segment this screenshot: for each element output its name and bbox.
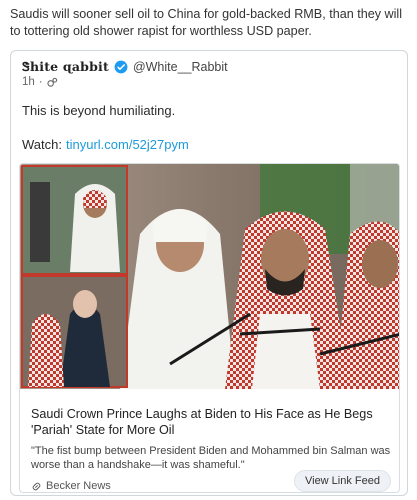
tweet-text: This is beyond humiliating. xyxy=(22,103,176,118)
verified-badge-icon xyxy=(114,60,128,74)
author-row: Ꮥhite ɋabbit @White__Rabbit xyxy=(22,58,228,76)
post-time[interactable]: 1h xyxy=(22,76,35,88)
embedded-post[interactable]: Ꮥhite ɋabbit @White__Rabbit 1h · This is… xyxy=(10,50,408,496)
post-meta: 1h · xyxy=(22,76,58,88)
post-text: Saudis will sooner sell oil to China for… xyxy=(10,7,402,38)
card-source-label: Becker News xyxy=(46,480,111,492)
watch-label: Watch: xyxy=(22,137,62,152)
watch-link[interactable]: tinyurl.com/52j27pym xyxy=(66,137,189,152)
meta-separator: · xyxy=(38,76,43,88)
view-link-feed-button[interactable]: View Link Feed xyxy=(293,470,391,492)
card-source[interactable]: Becker News xyxy=(31,480,111,492)
link-card[interactable]: Saudi Crown Prince Laughs at Biden to Hi… xyxy=(19,163,400,493)
tweet-watch-line: Watch: tinyurl.com/52j27pym xyxy=(22,137,189,152)
author-handle[interactable]: @White__Rabbit xyxy=(133,60,228,74)
audience-icon xyxy=(47,77,57,87)
card-title[interactable]: Saudi Crown Prince Laughs at Biden to Hi… xyxy=(31,406,391,438)
card-image[interactable] xyxy=(20,164,400,389)
card-description: "The fist bump between President Biden a… xyxy=(31,445,391,471)
author-display-name[interactable]: Ꮥhite ɋabbit xyxy=(22,59,109,75)
link-icon xyxy=(32,482,41,490)
